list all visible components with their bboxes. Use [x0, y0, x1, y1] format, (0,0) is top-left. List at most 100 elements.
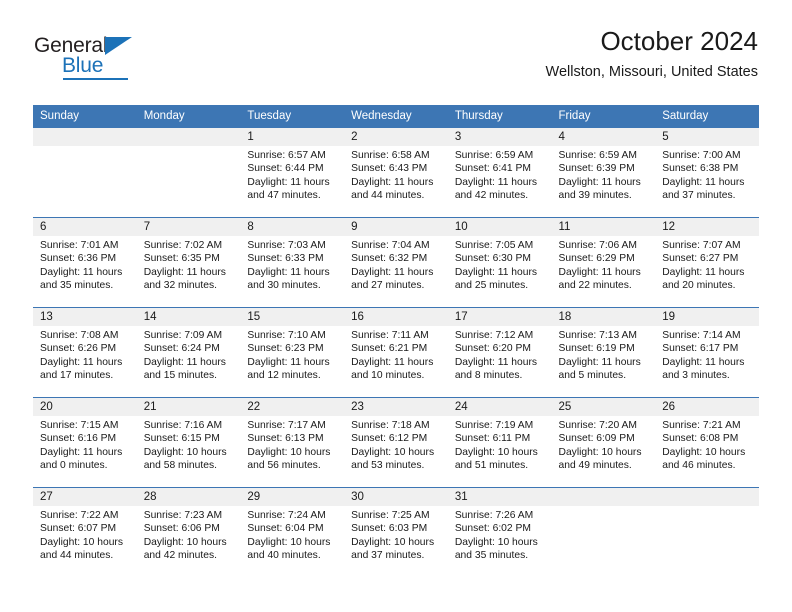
calendar-day[interactable]: 29 Sunrise: 7:24 AM Sunset: 6:04 PM Dayligh…: [240, 488, 345, 577]
sunset-text: Sunset: 6:26 PM: [40, 343, 117, 355]
calendar-day[interactable]: 30 Sunrise: 7:25 AM Sunset: 6:03 PM Dayligh…: [344, 488, 448, 577]
sunrise-text: Sunrise: 6:59 AM: [558, 150, 637, 161]
logo-underline: [63, 78, 128, 80]
calendar-day[interactable]: 26 Sunrise: 7:21 AM Sunset: 6:08 PM Dayligh…: [655, 398, 759, 487]
calendar-day[interactable]: 12 Sunrise: 7:07 AM Sunset: 6:27 PM Dayligh…: [655, 218, 759, 307]
calendar-cell: 24 Sunrise: 7:19 AM Sunset: 6:11 PM Dayligh…: [447, 397, 552, 488]
day-number: 10: [447, 218, 552, 236]
day-number: 18: [551, 308, 656, 326]
sunrise-text: Sunrise: 7:19 AM: [454, 420, 534, 431]
calendar-cell: [551, 487, 656, 577]
daylight-text: Daylight: 11 hours and 20 minutes.: [662, 266, 745, 292]
calendar-cell: [136, 127, 241, 218]
sunrise-sunset-calendar: Sunday Monday Tuesday Wednesday Thursday Frid…: [33, 105, 759, 577]
daylight-text: Daylight: 11 hours and 39 minutes.: [558, 176, 641, 202]
sunset-text: Sunset: 6:43 PM: [351, 163, 428, 175]
calendar-day[interactable]: 18 Sunrise: 7:13 AM Sunset: 6:19 PM Dayligh…: [551, 308, 656, 397]
day-number: 16: [344, 308, 448, 326]
sunrise-text: Sunrise: 7:11 AM: [351, 330, 429, 341]
sunrise-text: Sunrise: 6:58 AM: [351, 150, 430, 161]
sunrise-text: Sunrise: 7:12 AM: [454, 330, 534, 341]
daylight-text: Daylight: 10 hours and 40 minutes.: [247, 536, 331, 562]
calendar-day[interactable]: 8 Sunrise: 7:03 AM Sunset: 6:33 PM Daylight…: [240, 218, 345, 307]
sunset-text: Sunset: 6:02 PM: [454, 523, 531, 535]
day-number: 29: [240, 488, 345, 506]
calendar-day[interactable]: 31 Sunrise: 7:26 AM Sunset: 6:02 PM Dayligh…: [447, 488, 552, 577]
day-number: 4: [551, 128, 656, 146]
calendar-day[interactable]: 9 Sunrise: 7:04 AM Sunset: 6:32 PM Daylight…: [344, 218, 448, 307]
day-details: Sunrise: 7:10 AM Sunset: 6:23 PM Daylight:…: [240, 326, 344, 383]
sunset-text: Sunset: 6:20 PM: [454, 343, 531, 355]
calendar-cell: 16 Sunrise: 7:11 AM Sunset: 6:21 PM Dayligh…: [344, 307, 448, 398]
calendar-cell: 8 Sunrise: 7:03 AM Sunset: 6:33 PM Daylight…: [240, 217, 345, 308]
calendar-day[interactable]: 3 Sunrise: 6:59 AM Sunset: 6:41 PM Daylight…: [447, 128, 552, 217]
calendar-week-row: 6 Sunrise: 7:01 AM Sunset: 6:36 PM Daylight…: [33, 217, 759, 308]
calendar-cell: 28 Sunrise: 7:23 AM Sunset: 6:06 PM Dayligh…: [136, 487, 241, 577]
sunrise-text: Sunrise: 7:20 AM: [558, 420, 637, 431]
calendar-day[interactable]: 17 Sunrise: 7:12 AM Sunset: 6:20 PM Dayligh…: [447, 308, 552, 397]
calendar-page: General Blue October 2024 Wellston, Miss…: [0, 0, 792, 612]
calendar-cell: 4 Sunrise: 6:59 AM Sunset: 6:39 PM Daylight…: [551, 127, 656, 218]
calendar-day[interactable]: 28 Sunrise: 7:23 AM Sunset: 6:06 PM Dayligh…: [136, 488, 241, 577]
calendar-day[interactable]: 27 Sunrise: 7:22 AM Sunset: 6:07 PM Dayligh…: [33, 488, 137, 577]
calendar-day[interactable]: 21 Sunrise: 7:16 AM Sunset: 6:15 PM Dayligh…: [136, 398, 241, 487]
calendar-day[interactable]: 10 Sunrise: 7:05 AM Sunset: 6:30 PM Dayligh…: [447, 218, 552, 307]
calendar-day[interactable]: 15 Sunrise: 7:10 AM Sunset: 6:23 PM Dayligh…: [240, 308, 345, 397]
general-blue-logo[interactable]: General Blue: [34, 34, 164, 84]
calendar-day[interactable]: 7 Sunrise: 7:02 AM Sunset: 6:35 PM Daylight…: [136, 218, 241, 307]
day-number: [33, 128, 137, 146]
calendar-week-row: 1 Sunrise: 6:57 AM Sunset: 6:44 PM Daylight…: [33, 127, 759, 218]
calendar-day-empty: [136, 128, 241, 217]
calendar-day[interactable]: 2 Sunrise: 6:58 AM Sunset: 6:43 PM Daylight…: [344, 128, 448, 217]
calendar-day[interactable]: 24 Sunrise: 7:19 AM Sunset: 6:11 PM Dayligh…: [447, 398, 552, 487]
daylight-text: Daylight: 10 hours and 37 minutes.: [351, 536, 435, 562]
sunset-text: Sunset: 6:17 PM: [662, 343, 739, 355]
day-details: Sunrise: 7:06 AM Sunset: 6:29 PM Daylight:…: [552, 236, 656, 293]
calendar-cell: 7 Sunrise: 7:02 AM Sunset: 6:35 PM Daylight…: [136, 217, 241, 308]
sunset-text: Sunset: 6:38 PM: [662, 163, 739, 175]
day-number: 12: [655, 218, 759, 236]
calendar-cell: 9 Sunrise: 7:04 AM Sunset: 6:32 PM Daylight…: [344, 217, 448, 308]
sunrise-text: Sunrise: 7:01 AM: [40, 240, 119, 251]
sunset-text: Sunset: 6:08 PM: [662, 433, 739, 445]
calendar-day[interactable]: 5 Sunrise: 7:00 AM Sunset: 6:38 PM Daylight…: [655, 128, 759, 217]
calendar-day[interactable]: 6 Sunrise: 7:01 AM Sunset: 6:36 PM Daylight…: [33, 218, 137, 307]
calendar-day[interactable]: 22 Sunrise: 7:17 AM Sunset: 6:13 PM Dayligh…: [240, 398, 345, 487]
sunrise-text: Sunrise: 7:24 AM: [247, 510, 326, 521]
calendar-day[interactable]: 4 Sunrise: 6:59 AM Sunset: 6:39 PM Daylight…: [551, 128, 656, 217]
day-number: 3: [447, 128, 552, 146]
daylight-text: Daylight: 11 hours and 32 minutes.: [143, 266, 226, 292]
day-number: 11: [551, 218, 656, 236]
day-details: Sunrise: 7:17 AM Sunset: 6:13 PM Daylight:…: [240, 416, 344, 473]
weekday-header-sunday: Sunday: [33, 105, 137, 128]
calendar-cell: 23 Sunrise: 7:18 AM Sunset: 6:12 PM Dayligh…: [344, 397, 448, 488]
calendar-day[interactable]: 16 Sunrise: 7:11 AM Sunset: 6:21 PM Dayligh…: [344, 308, 448, 397]
calendar-day[interactable]: 1 Sunrise: 6:57 AM Sunset: 6:44 PM Daylight…: [240, 128, 345, 217]
calendar-cell: 15 Sunrise: 7:10 AM Sunset: 6:23 PM Dayligh…: [240, 307, 345, 398]
sunset-text: Sunset: 6:06 PM: [143, 523, 220, 535]
weekday-header-wednesday: Wednesday: [344, 105, 448, 128]
calendar-cell: 12 Sunrise: 7:07 AM Sunset: 6:27 PM Dayligh…: [655, 217, 759, 308]
day-details: Sunrise: 7:20 AM Sunset: 6:09 PM Daylight:…: [552, 416, 656, 473]
calendar-day[interactable]: 25 Sunrise: 7:20 AM Sunset: 6:09 PM Dayligh…: [551, 398, 656, 487]
weekday-header-saturday: Saturday: [655, 105, 759, 128]
day-details: Sunrise: 7:15 AM Sunset: 6:16 PM Daylight:…: [33, 416, 137, 473]
calendar-day[interactable]: 11 Sunrise: 7:06 AM Sunset: 6:29 PM Dayligh…: [551, 218, 656, 307]
calendar-day[interactable]: 13 Sunrise: 7:08 AM Sunset: 6:26 PM Dayligh…: [33, 308, 137, 397]
weekday-header-thursday: Thursday: [447, 105, 552, 128]
calendar-day[interactable]: 20 Sunrise: 7:15 AM Sunset: 6:16 PM Dayligh…: [33, 398, 137, 487]
day-details: Sunrise: 7:21 AM Sunset: 6:08 PM Daylight:…: [655, 416, 759, 473]
calendar-cell: 13 Sunrise: 7:08 AM Sunset: 6:26 PM Dayligh…: [33, 307, 137, 398]
calendar-cell: 20 Sunrise: 7:15 AM Sunset: 6:16 PM Dayligh…: [33, 397, 137, 488]
daylight-text: Daylight: 11 hours and 30 minutes.: [247, 266, 330, 292]
calendar-day[interactable]: 14 Sunrise: 7:09 AM Sunset: 6:24 PM Dayligh…: [136, 308, 241, 397]
sunset-text: Sunset: 6:27 PM: [662, 253, 739, 265]
calendar-day[interactable]: 19 Sunrise: 7:14 AM Sunset: 6:17 PM Dayligh…: [655, 308, 759, 397]
weekday-header-tuesday: Tuesday: [240, 105, 345, 128]
sunset-text: Sunset: 6:12 PM: [351, 433, 428, 445]
day-details: Sunrise: 7:16 AM Sunset: 6:15 PM Daylight:…: [137, 416, 241, 473]
calendar-day[interactable]: 23 Sunrise: 7:18 AM Sunset: 6:12 PM Dayligh…: [344, 398, 448, 487]
daylight-text: Daylight: 10 hours and 53 minutes.: [351, 446, 435, 472]
day-number: 9: [344, 218, 448, 236]
day-details: Sunrise: 7:25 AM Sunset: 6:03 PM Daylight:…: [344, 506, 448, 563]
